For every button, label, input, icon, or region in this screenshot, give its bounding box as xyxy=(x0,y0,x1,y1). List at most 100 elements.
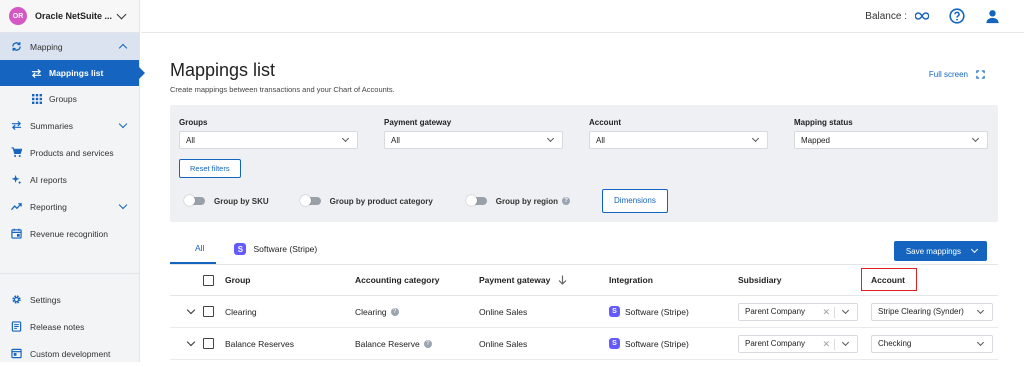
row-checkbox[interactable] xyxy=(203,306,214,317)
chevron-down-icon xyxy=(976,338,985,346)
toggle-label: Group by SKU xyxy=(214,196,269,206)
account-select[interactable]: All xyxy=(589,131,768,149)
chevron-down-icon xyxy=(841,306,850,314)
expand-row-button[interactable] xyxy=(183,337,199,346)
group-by-sku-toggle[interactable]: Group by SKU xyxy=(184,195,269,206)
sidebar-item-label: Products and services xyxy=(30,147,114,158)
filter-label: Account xyxy=(589,118,621,127)
top-bar: Balance : xyxy=(141,0,1024,33)
payment-gateway-select[interactable]: All xyxy=(384,131,563,149)
filter-label: Payment gateway xyxy=(384,118,452,127)
clear-icon[interactable]: ✕ xyxy=(822,339,830,350)
select-value: Checking xyxy=(878,339,912,348)
dimensions-button[interactable]: Dimensions xyxy=(602,189,668,213)
select-value: Stripe Clearing (Synder) xyxy=(878,307,964,316)
cell-gateway: Online Sales xyxy=(479,306,528,317)
table-row[interactable]: Clearing Clearing? Online Sales S Softwar… xyxy=(170,296,998,328)
sidebar-item-label: Mapping xyxy=(30,41,63,52)
window-icon xyxy=(10,347,23,360)
row-checkbox[interactable] xyxy=(203,338,214,349)
chevron-down-icon xyxy=(751,134,760,143)
reset-filters-button[interactable]: Reset filters xyxy=(179,159,241,178)
calendar-icon xyxy=(10,227,23,240)
cell-integration: S Software (Stripe) xyxy=(609,338,689,349)
help-icon[interactable]: ? xyxy=(390,307,399,316)
sidebar-item-release-notes[interactable]: Release notes xyxy=(0,313,139,340)
sidebar-item-label: Revenue recognition xyxy=(30,228,108,239)
user-icon[interactable] xyxy=(985,9,1000,24)
avatar: OR xyxy=(9,7,27,25)
toggle-label: Group by region xyxy=(495,196,559,206)
sidebar-item-label: Custom development xyxy=(30,348,111,359)
subsidiary-select[interactable]: Parent Company ✕ xyxy=(738,302,858,321)
divider xyxy=(834,306,835,318)
swap-arrows-icon xyxy=(30,67,43,80)
expand-row-button[interactable] xyxy=(183,305,199,314)
clear-icon[interactable]: ✕ xyxy=(822,307,830,318)
swap-arrows-icon xyxy=(10,119,23,132)
chevron-down-icon xyxy=(186,305,196,314)
header-accounting-category: Accounting category xyxy=(355,275,440,285)
chevron-down-icon xyxy=(118,119,128,129)
sidebar-item-settings[interactable]: Settings xyxy=(0,286,139,313)
subsidiary-select[interactable]: Parent Company ✕ xyxy=(738,334,858,353)
tab-label: Software (Stripe) xyxy=(253,244,318,254)
main-content: Mappings list Create mappings between tr… xyxy=(170,33,998,360)
cell-category: Clearing? xyxy=(355,307,399,317)
sidebar-item-revenue-recognition[interactable]: Revenue recognition xyxy=(0,220,139,247)
sidebar-item-custom-development[interactable]: Custom development xyxy=(0,340,139,367)
divider xyxy=(834,338,835,350)
cell-text: Software (Stripe) xyxy=(625,306,689,317)
groups-select[interactable]: All xyxy=(179,131,358,149)
chevron-up-icon xyxy=(118,43,128,53)
button-label: Save mappings xyxy=(905,246,961,256)
sync-icon xyxy=(10,40,23,53)
sidebar-item-products[interactable]: Products and services xyxy=(0,139,139,166)
sidebar-item-reporting[interactable]: Reporting xyxy=(0,193,139,220)
table-row[interactable]: Balance Reserves Balance Reserve? Online… xyxy=(170,328,998,360)
select-all-checkbox[interactable] xyxy=(203,274,214,286)
tab-all[interactable]: All xyxy=(170,234,217,264)
header-payment-gateway[interactable]: Payment gateway xyxy=(479,275,567,285)
sort-arrow-icon[interactable] xyxy=(558,275,567,285)
save-mappings-button[interactable]: Save mappings xyxy=(893,241,987,261)
sidebar-item-groups[interactable]: Groups xyxy=(0,86,139,112)
org-switcher[interactable]: OR Oracle NetSuite ... xyxy=(0,0,139,33)
table-header: Group Accounting category Payment gatewa… xyxy=(170,265,998,296)
mapping-status-select[interactable]: Mapped xyxy=(794,131,988,149)
header-subsidiary: Subsidiary xyxy=(738,275,782,285)
sidebar-item-ai-reports[interactable]: AI reports xyxy=(0,166,139,193)
toggle-switch xyxy=(299,195,321,206)
cell-group: Balance Reserves xyxy=(225,338,294,349)
chevron-down-icon xyxy=(976,306,985,314)
help-icon[interactable] xyxy=(949,8,965,24)
selected-pointer xyxy=(139,67,145,79)
header-label: Account xyxy=(871,274,905,285)
group-by-region-toggle[interactable]: Group by region? xyxy=(465,195,571,206)
fullscreen-button[interactable]: Full screen xyxy=(929,70,985,79)
tab-stripe[interactable]: S Software (Stripe) xyxy=(216,234,327,264)
cell-category: Balance Reserve? xyxy=(355,339,432,349)
help-icon[interactable]: ? xyxy=(562,197,571,205)
chevron-down-icon xyxy=(971,134,980,143)
page-title: Mappings list xyxy=(170,60,276,80)
sidebar-item-summaries[interactable]: Summaries xyxy=(0,112,139,139)
chevron-down-icon xyxy=(970,245,979,254)
stripe-icon: S xyxy=(234,243,247,255)
account-select[interactable]: Stripe Clearing (Synder) xyxy=(871,302,993,321)
sidebar-item-label: Reporting xyxy=(30,201,67,212)
chevron-down-icon xyxy=(341,134,350,143)
header-account-highlighted: Account xyxy=(861,268,917,291)
balance-label: Balance : xyxy=(865,10,907,22)
group-by-category-toggle[interactable]: Group by product category xyxy=(299,195,433,206)
account-select[interactable]: Checking xyxy=(871,334,993,353)
help-icon[interactable]: ? xyxy=(423,339,432,348)
select-value: All xyxy=(186,135,195,145)
cell-text: Balance Reserve xyxy=(355,338,420,349)
sidebar-item-mappings-list[interactable]: Mappings list xyxy=(0,60,145,86)
cell-text: Software (Stripe) xyxy=(625,338,689,349)
grid-icon xyxy=(30,93,43,106)
cart-icon xyxy=(10,146,23,159)
filters-panel: Groups All Payment gateway All Account A… xyxy=(170,105,998,222)
sidebar-item-mapping[interactable]: Mapping xyxy=(0,33,139,60)
